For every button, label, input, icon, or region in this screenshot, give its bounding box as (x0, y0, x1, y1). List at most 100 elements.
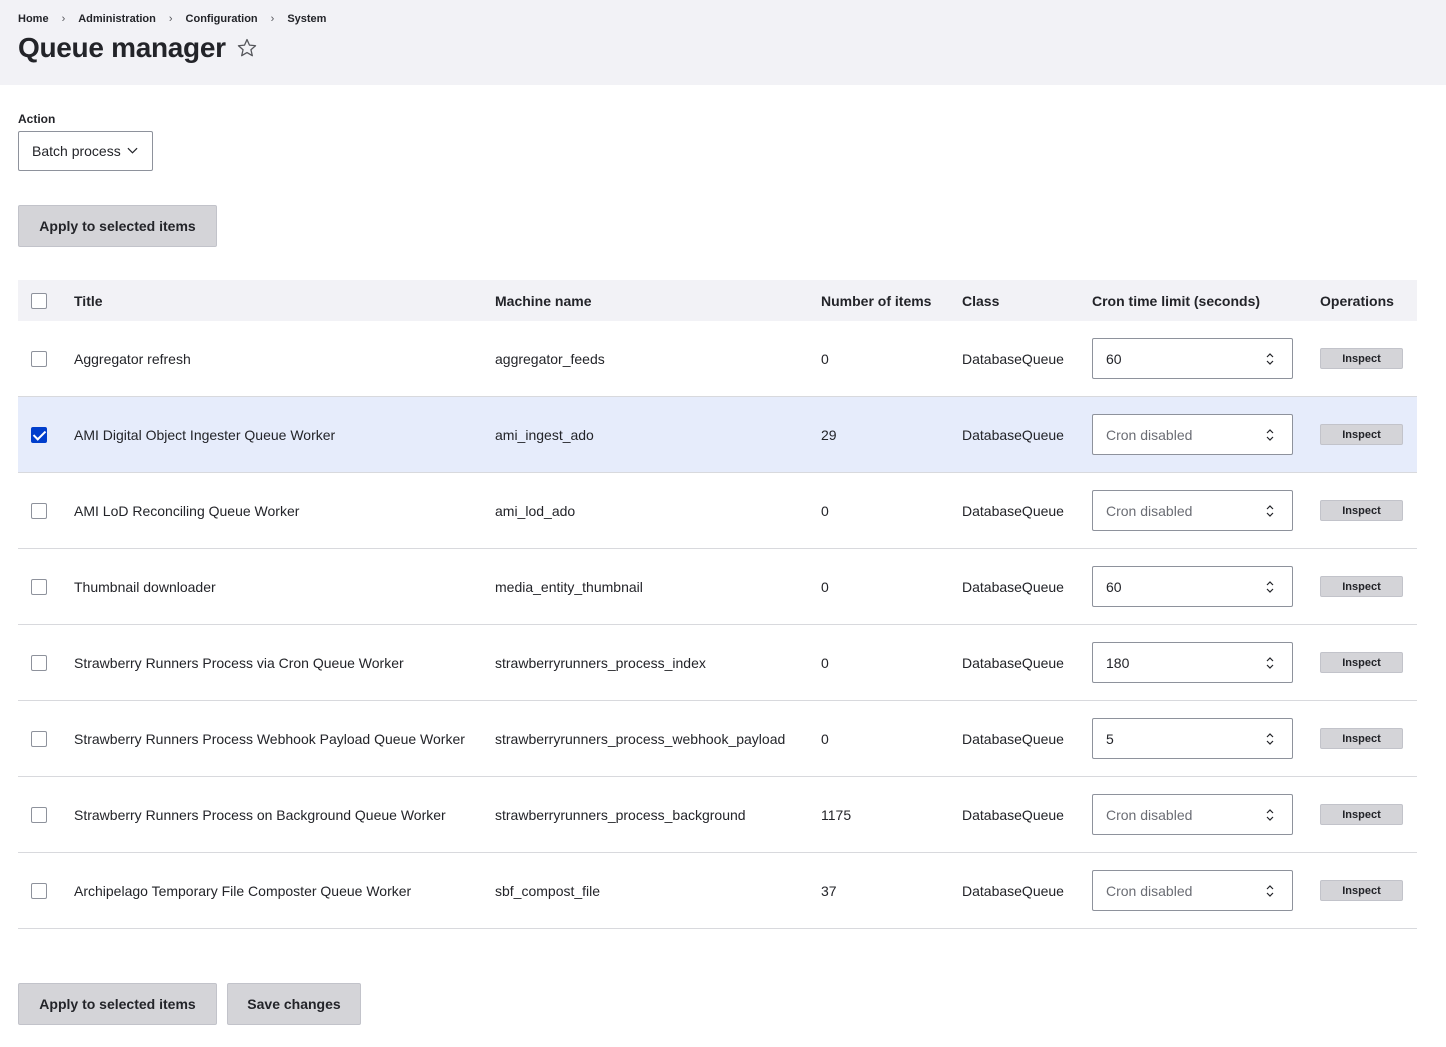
page-title: Queue manager (18, 32, 226, 63)
row-class: DatabaseQueue (962, 806, 1064, 823)
breadcrumb-configuration[interactable]: Configuration (186, 13, 258, 25)
row-class: DatabaseQueue (962, 654, 1064, 671)
table-row: Strawberry Runners Process Webhook Paylo… (18, 701, 1417, 777)
row-title: Thumbnail downloader (74, 578, 216, 595)
table-row: AMI LoD Reconciling Queue Worker ami_lod_… (18, 473, 1417, 549)
row-title: Archipelago Temporary File Composter Que… (74, 882, 412, 899)
table-row: Strawberry Runners Process via Cron Queu… (18, 625, 1417, 701)
breadcrumb-system[interactable]: System (287, 13, 326, 25)
breadcrumb-separator: › (270, 13, 275, 25)
cron-time-limit-input[interactable]: 60 (1092, 338, 1293, 379)
page-header: Home › Administration › Configuration › … (0, 0, 1446, 85)
row-number-of-items: 1175 (821, 806, 852, 823)
row-title: Strawberry Runners Process Webhook Paylo… (74, 730, 465, 747)
row-machine-name: strawberryrunners_process_webhook_payloa… (495, 730, 786, 747)
cron-time-limit-input[interactable]: Cron disabled (1092, 414, 1293, 455)
save-changes-button[interactable]: Save changes (227, 983, 361, 1025)
row-machine-name: ami_lod_ado (495, 502, 576, 519)
table-row: Thumbnail downloader media_entity_thumbna… (18, 549, 1417, 625)
row-checkbox[interactable] (31, 502, 47, 519)
spinner-arrows-icon[interactable] (1265, 883, 1275, 899)
inspect-button[interactable]: Inspect (1320, 804, 1403, 825)
header-cron-time-limit: Cron time limit (seconds) (1092, 292, 1261, 309)
breadcrumb-home[interactable]: Home (18, 13, 49, 25)
row-title: Strawberry Runners Process on Background… (74, 806, 446, 823)
row-checkbox[interactable] (31, 426, 47, 443)
row-number-of-items: 0 (821, 350, 829, 367)
breadcrumb-administration[interactable]: Administration (78, 13, 156, 25)
row-machine-name: strawberryrunners_process_index (495, 654, 706, 671)
row-number-of-items: 37 (821, 882, 837, 899)
row-checkbox[interactable] (31, 654, 47, 671)
row-class: DatabaseQueue (962, 882, 1064, 899)
row-class: DatabaseQueue (962, 350, 1064, 367)
cron-time-limit-input[interactable]: Cron disabled (1092, 794, 1293, 835)
cron-time-limit-value: Cron disabled (1106, 882, 1193, 899)
row-title: Aggregator refresh (74, 350, 191, 367)
cron-time-limit-input[interactable]: 5 (1092, 718, 1293, 759)
inspect-button[interactable]: Inspect (1320, 348, 1403, 369)
header-operations: Operations (1320, 292, 1394, 309)
action-select-value: Batch process (32, 143, 121, 159)
queue-table: Title Machine name Number of items Class… (18, 280, 1417, 929)
header-title[interactable]: Title (74, 280, 103, 321)
row-class: DatabaseQueue (962, 426, 1064, 443)
row-number-of-items: 29 (821, 426, 837, 443)
row-title: AMI Digital Object Ingester Queue Worker (74, 426, 336, 443)
cron-time-limit-value: Cron disabled (1106, 426, 1193, 443)
select-all-checkbox[interactable] (31, 292, 47, 309)
row-checkbox[interactable] (31, 882, 47, 899)
inspect-button[interactable]: Inspect (1320, 424, 1403, 445)
spinner-arrows-icon[interactable] (1265, 807, 1275, 823)
header-class: Class (962, 292, 1000, 309)
cron-time-limit-value: Cron disabled (1106, 502, 1193, 519)
action-label: Action (18, 112, 56, 126)
breadcrumb-separator: › (61, 13, 66, 25)
inspect-button[interactable]: Inspect (1320, 728, 1403, 749)
row-machine-name: ami_ingest_ado (495, 426, 594, 443)
action-select[interactable]: Batch process (18, 131, 153, 171)
cron-time-limit-input[interactable]: 60 (1092, 566, 1293, 607)
table-row: Archipelago Temporary File Composter Que… (18, 853, 1417, 929)
table-row: Strawberry Runners Process on Background… (18, 777, 1417, 853)
spinner-arrows-icon[interactable] (1265, 579, 1275, 595)
page-title-row: Queue manager (18, 30, 258, 66)
cron-time-limit-input[interactable]: Cron disabled (1092, 490, 1293, 531)
breadcrumb: Home › Administration › Configuration › … (18, 13, 326, 25)
apply-to-selected-button-top[interactable]: Apply to selected items (18, 205, 217, 247)
apply-to-selected-button-bottom[interactable]: Apply to selected items (18, 983, 217, 1025)
header-number-of-items: Number of items (821, 292, 932, 309)
table-row: Aggregator refresh aggregator_feeds 0 Datab… (18, 321, 1417, 397)
table-row: AMI Digital Object Ingester Queue Worker… (18, 397, 1417, 473)
spinner-arrows-icon[interactable] (1265, 427, 1275, 443)
row-checkbox[interactable] (31, 806, 47, 823)
header-machine-name: Machine name (495, 292, 592, 309)
row-checkbox[interactable] (31, 350, 47, 367)
table-body: Aggregator refresh aggregator_feeds 0 Datab… (18, 321, 1417, 929)
row-checkbox[interactable] (31, 578, 47, 595)
cron-time-limit-input[interactable]: Cron disabled (1092, 870, 1293, 911)
spinner-arrows-icon[interactable] (1265, 351, 1275, 367)
inspect-button[interactable]: Inspect (1320, 500, 1403, 521)
cron-time-limit-value: 180 (1106, 654, 1130, 671)
row-class: DatabaseQueue (962, 730, 1064, 747)
row-class: DatabaseQueue (962, 578, 1064, 595)
inspect-button[interactable]: Inspect (1320, 576, 1403, 597)
breadcrumb-separator: › (168, 13, 173, 25)
row-machine-name: aggregator_feeds (495, 350, 605, 367)
row-checkbox[interactable] (31, 730, 47, 747)
star-outline-icon[interactable] (236, 37, 258, 59)
row-number-of-items: 0 (821, 502, 829, 519)
row-class: DatabaseQueue (962, 502, 1064, 519)
row-machine-name: media_entity_thumbnail (495, 578, 643, 595)
cron-time-limit-input[interactable]: 180 (1092, 642, 1293, 683)
spinner-arrows-icon[interactable] (1265, 731, 1275, 747)
spinner-arrows-icon[interactable] (1265, 503, 1275, 519)
inspect-button[interactable]: Inspect (1320, 880, 1403, 901)
row-number-of-items: 0 (821, 654, 829, 671)
cron-time-limit-value: Cron disabled (1106, 806, 1193, 823)
spinner-arrows-icon[interactable] (1265, 655, 1275, 671)
row-title: Strawberry Runners Process via Cron Queu… (74, 654, 404, 671)
cron-time-limit-value: 60 (1106, 578, 1122, 595)
inspect-button[interactable]: Inspect (1320, 652, 1403, 673)
